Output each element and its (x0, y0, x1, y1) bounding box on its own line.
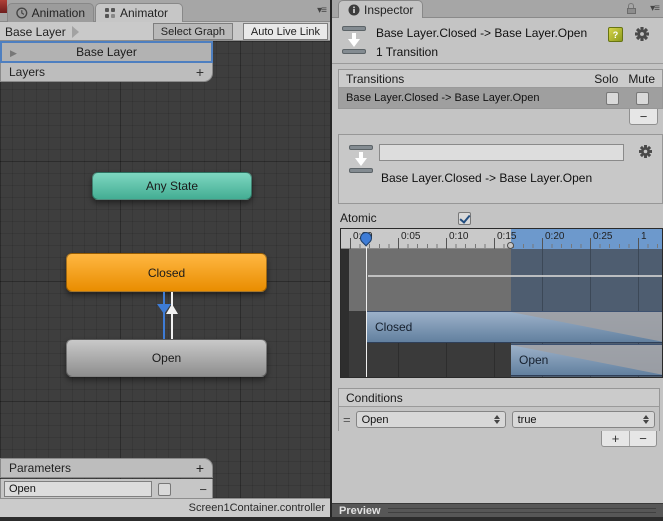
transition-list-row[interactable]: Base Layer.Closed -> Base Layer.Open (339, 88, 662, 108)
transition-arrow-open-to-closed[interactable] (171, 292, 173, 339)
solo-checkbox[interactable] (606, 91, 619, 105)
inspector-header: Base Layer.Closed -> Base Layer.Open 1 T… (332, 18, 663, 64)
remove-parameter-button[interactable]: − (199, 482, 209, 497)
animator-pane: Animation Animator ▾≡ Base Layer Select … (0, 0, 330, 521)
info-icon (348, 4, 360, 15)
parameter-bool-checkbox[interactable] (158, 482, 171, 496)
breadcrumb[interactable]: Base Layer (5, 25, 66, 39)
parameters-header: Parameters + (0, 458, 213, 478)
lock-icon[interactable] (627, 3, 637, 14)
controller-path-label: Screen1Container.controller (188, 502, 325, 514)
tab-animator[interactable]: Animator (95, 3, 183, 22)
select-graph-button[interactable]: Select Graph (152, 23, 233, 40)
tab-animation-label: Animation (31, 6, 85, 20)
transition-detail-box: Base Layer.Closed -> Base Layer.Open (338, 134, 663, 204)
pane-menu-icon[interactable]: ▾≡ (317, 5, 327, 16)
mute-checkbox[interactable] (636, 91, 649, 105)
condition-value-dropdown[interactable]: true (511, 411, 655, 428)
transitions-header: Transitions Solo Mute (339, 70, 662, 88)
detail-gear-icon[interactable] (639, 145, 652, 161)
track-closed: Closed (341, 311, 662, 343)
inspector-tabbar: Inspector ▾≡ (332, 0, 663, 18)
add-layer-button[interactable]: + (196, 64, 204, 80)
add-condition-button[interactable]: + (602, 431, 629, 446)
preview-bar[interactable]: Preview (332, 503, 663, 517)
conditions-header: Conditions (339, 389, 659, 407)
dropdown-arrows-icon (489, 415, 500, 424)
remove-transition-button[interactable]: − (630, 109, 657, 124)
layers-label: Layers (9, 65, 46, 79)
mute-column-label: Mute (628, 71, 655, 86)
node-open[interactable]: Open (66, 339, 267, 377)
tab-inspector-label: Inspector (364, 2, 414, 17)
closed-fadeout-wedge (511, 312, 662, 342)
layer-item-label: Base Layer (76, 45, 137, 59)
transition-detail-icon (349, 145, 373, 173)
atomic-row: Atomic (340, 210, 655, 226)
state-machine-canvas[interactable]: ▶ Base Layer Layers + Any State Closed O… (0, 41, 330, 498)
state-bar-closed[interactable]: Closed (367, 311, 662, 343)
transition-start-handle[interactable] (507, 242, 514, 249)
layer-expand-triangle-icon[interactable]: ▶ (10, 48, 17, 59)
timeline-ruler[interactable]: 0:00 0:05 0:10 0:15 0:20 0:25 1 (341, 229, 662, 249)
clock-icon (16, 7, 28, 19)
tick-label: 0:15 (497, 231, 517, 242)
node-closed[interactable]: Closed (66, 253, 267, 292)
transition-arrow-closed-to-open[interactable] (163, 292, 165, 339)
tick-label: 0:20 (545, 231, 565, 242)
transition-icon (342, 26, 366, 54)
atomic-label: Atomic (340, 211, 377, 225)
breadcrumb-chevron-icon (72, 26, 79, 38)
tick-label: 0:10 (449, 231, 469, 242)
parameter-row: − (0, 479, 213, 498)
node-any-state[interactable]: Any State (92, 172, 252, 200)
conditions-box: Conditions = Open true (338, 388, 660, 432)
transition-count: 1 Transition (376, 45, 439, 59)
dock-accent-red (0, 0, 7, 13)
condition-row: = Open true (339, 407, 659, 432)
tick-label: 1 (641, 231, 647, 242)
controller-status-bar: Screen1Container.controller (0, 498, 330, 517)
transitions-box: Transitions Solo Mute Base Layer.Closed … (338, 69, 663, 109)
transition-detail-label: Base Layer.Closed -> Base Layer.Open (381, 171, 593, 185)
drag-handle-icon[interactable]: = (343, 412, 351, 427)
state-bar-open[interactable]: Open (511, 344, 662, 376)
transition-arrowhead-up-icon (166, 304, 178, 314)
track-open: Open (341, 344, 662, 376)
tick-label: 0:25 (593, 231, 613, 242)
inspector-menu-icon[interactable]: ▾≡ (650, 3, 660, 14)
preview-drag-lines (387, 508, 656, 513)
blend-weight-line (368, 275, 662, 277)
window-bottom-edge (0, 517, 663, 521)
animator-icon (105, 8, 115, 18)
layer-item-base-layer[interactable]: ▶ Base Layer (0, 41, 213, 63)
gear-icon[interactable] (635, 27, 649, 44)
parameter-name-input[interactable] (4, 481, 152, 497)
tab-animator-label: Animator (120, 6, 169, 20)
transition-title: Base Layer.Closed -> Base Layer.Open (376, 26, 588, 40)
inspector-pane: Inspector ▾≡ Base Layer.Closed -> Base L… (332, 0, 663, 521)
animator-tabbar: Animation Animator ▾≡ (0, 0, 330, 22)
condition-parameter-dropdown[interactable]: Open (355, 411, 506, 428)
animator-toolbar: Base Layer Select Graph Auto Live Link (0, 22, 330, 41)
tab-inspector[interactable]: Inspector (338, 0, 424, 18)
dropdown-arrows-icon (638, 415, 649, 424)
conditions-footer: + − (601, 431, 657, 447)
tab-animation[interactable]: Animation (7, 3, 94, 22)
unity-editor-window: Animation Animator ▾≡ Base Layer Select … (0, 0, 663, 521)
layers-bar: Layers + (0, 63, 213, 82)
add-parameter-button[interactable]: + (196, 460, 204, 476)
solo-column-label: Solo (594, 71, 619, 86)
playhead-line (366, 247, 367, 377)
help-book-icon[interactable]: ? (608, 27, 623, 42)
transition-name-input[interactable] (379, 144, 624, 161)
preview-label: Preview (339, 504, 381, 517)
transitions-list-footer: − (629, 109, 658, 125)
atomic-checkbox[interactable] (457, 211, 471, 225)
transition-timeline[interactable]: 0:00 0:05 0:10 0:15 0:20 0:25 1 Closed O… (340, 228, 663, 378)
tick-label: 0:05 (401, 231, 421, 242)
auto-live-link-button[interactable]: Auto Live Link (242, 23, 328, 40)
remove-condition-button[interactable]: − (629, 431, 656, 446)
